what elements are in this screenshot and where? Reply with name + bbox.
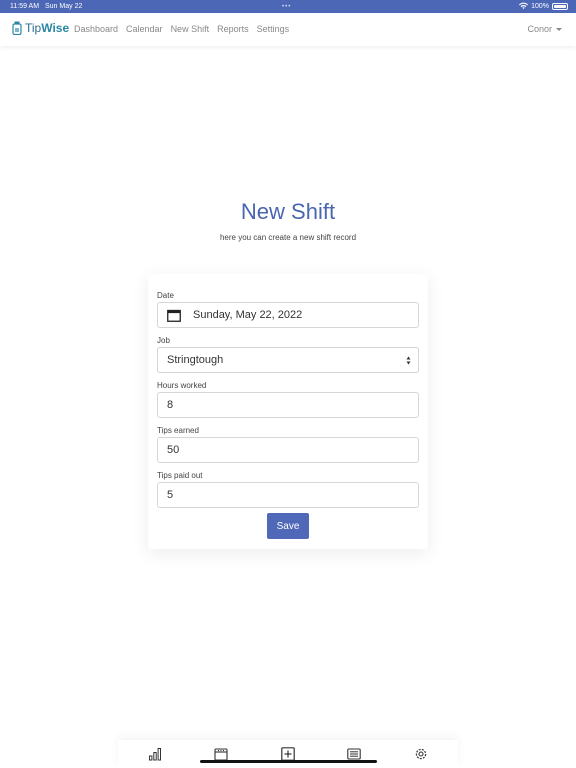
battery-icon: [552, 2, 568, 10]
tips-earned-value: 50: [167, 444, 180, 456]
nav-calendar[interactable]: Calendar: [126, 24, 163, 34]
nav-new-shift[interactable]: New Shift: [171, 24, 210, 34]
tips-paid-out-value: 5: [167, 489, 174, 501]
date-field[interactable]: Sunday, May 22, 2022: [157, 302, 419, 328]
status-time: 11:59 AM: [10, 3, 40, 10]
caret-down-icon: [556, 27, 562, 31]
bottom-tab-bar: [118, 740, 458, 768]
select-arrows-icon: [406, 356, 411, 365]
brand-suffix: Wise: [41, 21, 70, 35]
job-select[interactable]: Stringtough: [157, 347, 419, 373]
date-label: Date: [157, 291, 174, 300]
wifi-icon: [519, 2, 529, 10]
tips-earned-input[interactable]: 50: [157, 437, 419, 463]
page-title: New Shift: [240, 199, 336, 224]
nav-links: Dashboard Calendar New Shift Reports Set…: [74, 24, 289, 34]
save-button[interactable]: Save: [267, 513, 309, 539]
home-indicator[interactable]: [200, 760, 377, 763]
brand-name: TipWise: [25, 21, 69, 35]
ios-status-bar: 11:59 AM Sun May 22 ••• 100%: [0, 0, 576, 13]
calendar-icon: [167, 309, 181, 322]
user-menu[interactable]: Conor: [527, 24, 562, 34]
nav-reports[interactable]: Reports: [217, 24, 249, 34]
tips-paid-out-label: Tips paid out: [157, 471, 203, 480]
page-subtitle: here you can create a new shift record: [219, 233, 357, 242]
user-name: Conor: [527, 24, 552, 34]
add-icon[interactable]: [281, 747, 295, 761]
job-value: Stringtough: [167, 354, 224, 366]
nav-settings[interactable]: Settings: [257, 24, 290, 34]
tip-jar-icon: [12, 21, 22, 35]
settings-gear-icon[interactable]: [414, 747, 428, 761]
tips-paid-out-input[interactable]: 5: [157, 482, 419, 508]
top-navbar: TipWise Dashboard Calendar New Shift Rep…: [0, 13, 576, 46]
brand-prefix: Tip: [25, 21, 42, 35]
calendar-icon[interactable]: [214, 747, 228, 761]
tips-earned-label: Tips earned: [157, 426, 199, 435]
multitasking-dots[interactable]: •••: [282, 4, 291, 10]
status-date: Sun May 22: [45, 3, 83, 10]
new-shift-form: Date Sunday, May 22, 2022 Job Stringtoug…: [148, 274, 428, 549]
bar-chart-icon[interactable]: [148, 747, 162, 761]
hours-input[interactable]: 8: [157, 392, 419, 418]
hours-value: 8: [167, 399, 174, 411]
status-right: 100%: [519, 2, 568, 10]
date-value: Sunday, May 22, 2022: [193, 309, 303, 321]
job-label: Job: [157, 336, 170, 345]
battery-percent: 100%: [531, 2, 549, 10]
list-icon[interactable]: [347, 747, 361, 761]
nav-dashboard[interactable]: Dashboard: [74, 24, 118, 34]
brand-logo[interactable]: TipWise: [12, 21, 69, 35]
hours-label: Hours worked: [157, 381, 207, 390]
